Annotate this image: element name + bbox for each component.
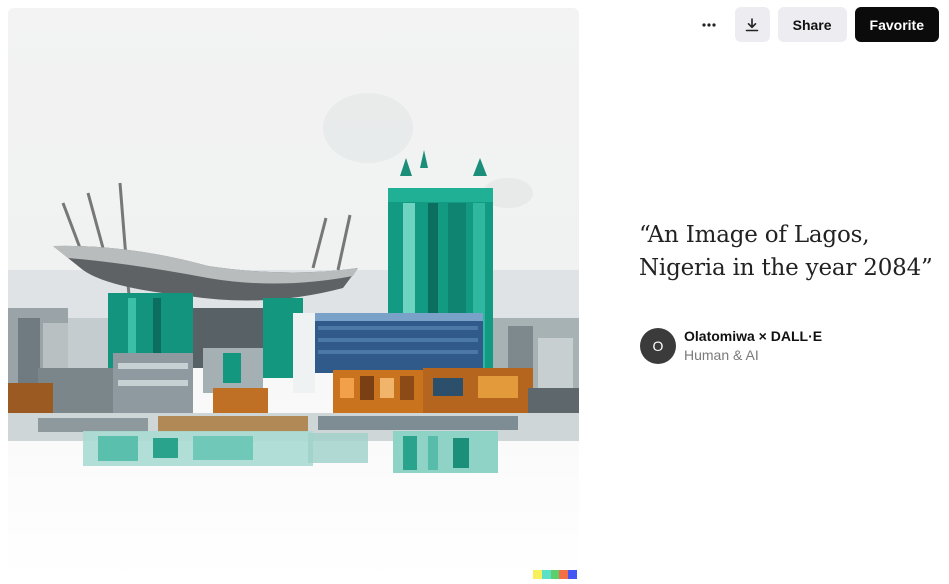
watermark-swatch-green bbox=[550, 570, 560, 579]
prompt-title: “An Image of Lagos, Nigeria in the year … bbox=[639, 222, 933, 281]
favorite-button[interactable]: Favorite bbox=[854, 7, 939, 42]
watermark-swatch-teal bbox=[541, 570, 551, 579]
lagos-skyline-illustration bbox=[8, 93, 579, 473]
watermark-swatch-blue bbox=[568, 570, 577, 579]
author-info: Olatomiwa × DALL·E Human & AI bbox=[684, 327, 822, 365]
image-toolbar: Share Favorite bbox=[692, 7, 939, 42]
generated-image[interactable] bbox=[8, 8, 579, 581]
avatar: O bbox=[640, 328, 676, 364]
author-subtitle: Human & AI bbox=[684, 347, 759, 363]
download-icon bbox=[745, 17, 759, 31]
share-button[interactable]: Share bbox=[777, 7, 847, 42]
dalle-watermark bbox=[533, 570, 577, 579]
download-button[interactable] bbox=[734, 7, 770, 42]
more-horizontal-icon bbox=[702, 22, 716, 27]
more-options-button[interactable] bbox=[692, 7, 727, 42]
author-name: Olatomiwa × DALL·E bbox=[684, 328, 823, 344]
author-block[interactable]: O Olatomiwa × DALL·E Human & AI bbox=[640, 327, 822, 365]
watermark-swatch-yellow bbox=[533, 570, 542, 579]
watermark-swatch-orange bbox=[559, 570, 569, 579]
